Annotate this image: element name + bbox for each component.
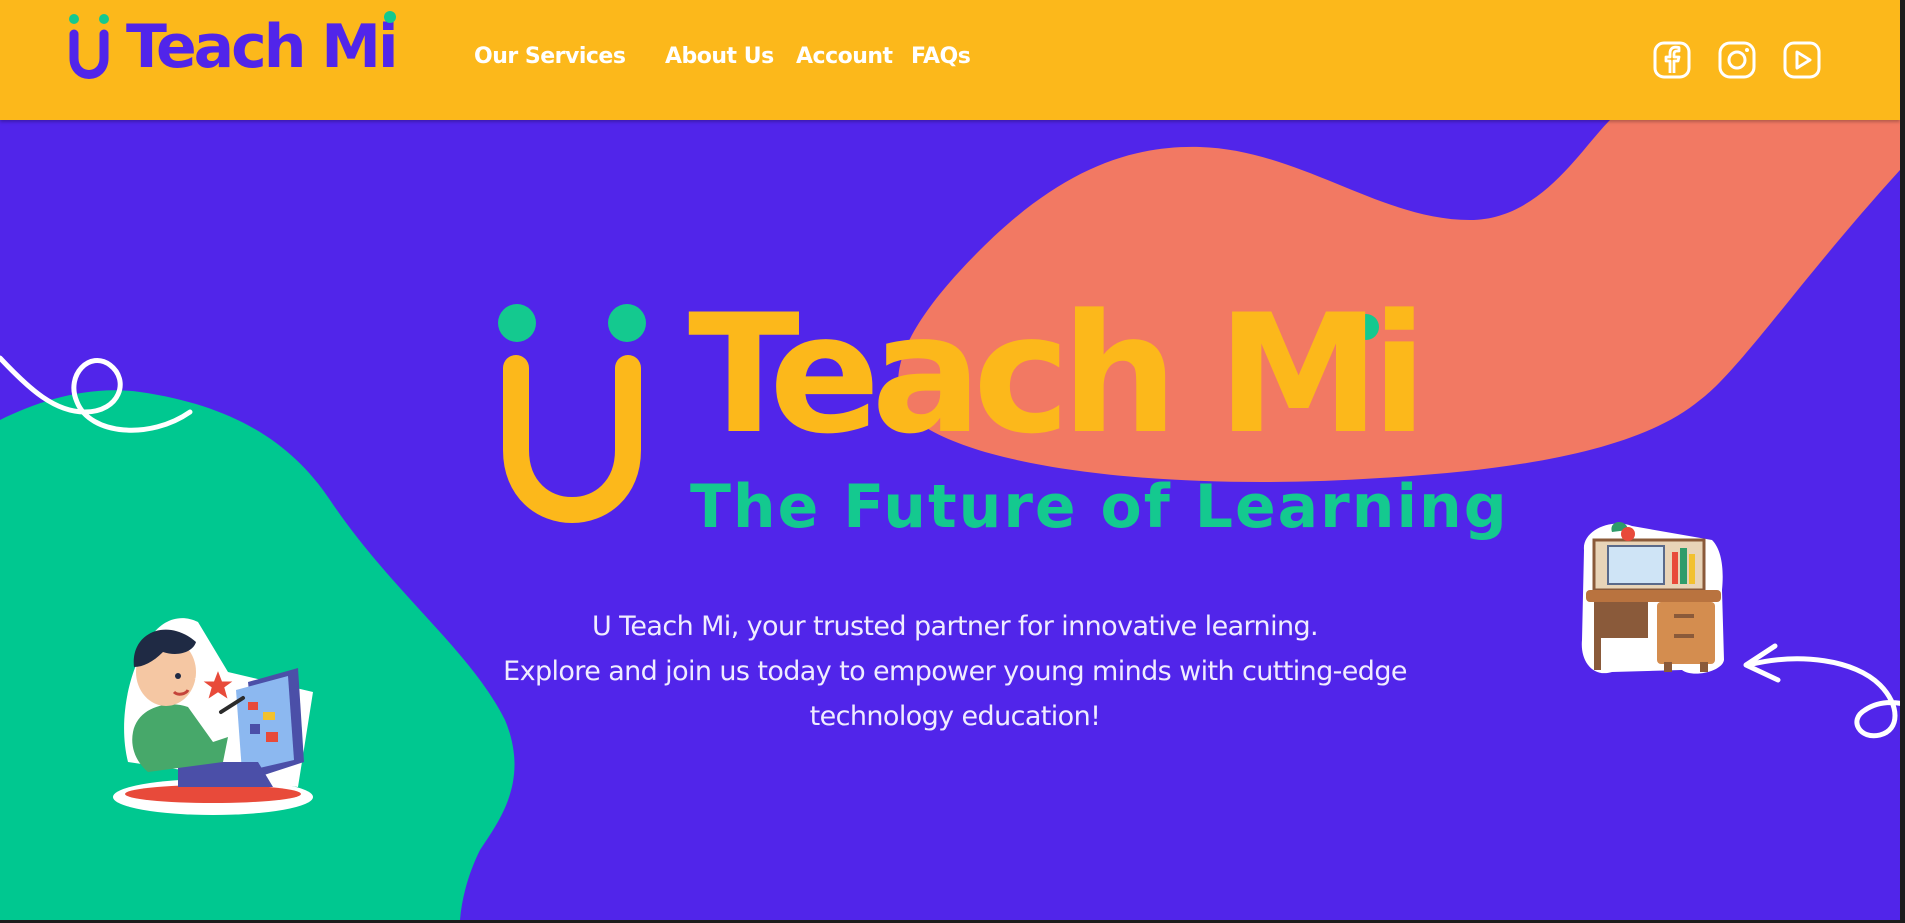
site-header: Teach Mi Our Services About Us Account F… — [0, 0, 1900, 120]
nav-account[interactable]: Account — [796, 44, 893, 69]
nav-our-services[interactable]: Our Services — [474, 44, 626, 69]
hero-description-line: Explore and join us today to empower you… — [503, 656, 1407, 687]
facebook-icon[interactable] — [1652, 40, 1692, 80]
nav-faqs[interactable]: FAQs — [911, 44, 971, 69]
header-logo[interactable]: Teach Mi — [66, 11, 399, 82]
header-brand-text: Teach Mi — [126, 11, 399, 82]
header-brand-name: Teach Mi — [126, 12, 399, 82]
u-logo-icon — [69, 14, 109, 79]
boy-at-computer-illustration — [113, 618, 313, 815]
nav-about-us[interactable]: About Us — [665, 44, 774, 69]
youtube-icon[interactable] — [1782, 40, 1822, 80]
hero-description-line: U Teach Mi, your trusted partner for inn… — [591, 611, 1319, 642]
hero-brand-title: Teach Mi — [688, 279, 1427, 470]
brand-dot-icon — [383, 11, 396, 23]
hero-tagline: The Future of Learning — [690, 472, 1509, 542]
hero-description: U Teach Mi, your trusted partner for inn… — [440, 604, 1470, 739]
instagram-icon[interactable] — [1717, 40, 1757, 80]
study-desk-illustration — [1581, 521, 1724, 674]
hero-description-line: technology education! — [809, 701, 1101, 732]
page: Teach Mi The Future of Learning U Teach … — [0, 0, 1900, 920]
